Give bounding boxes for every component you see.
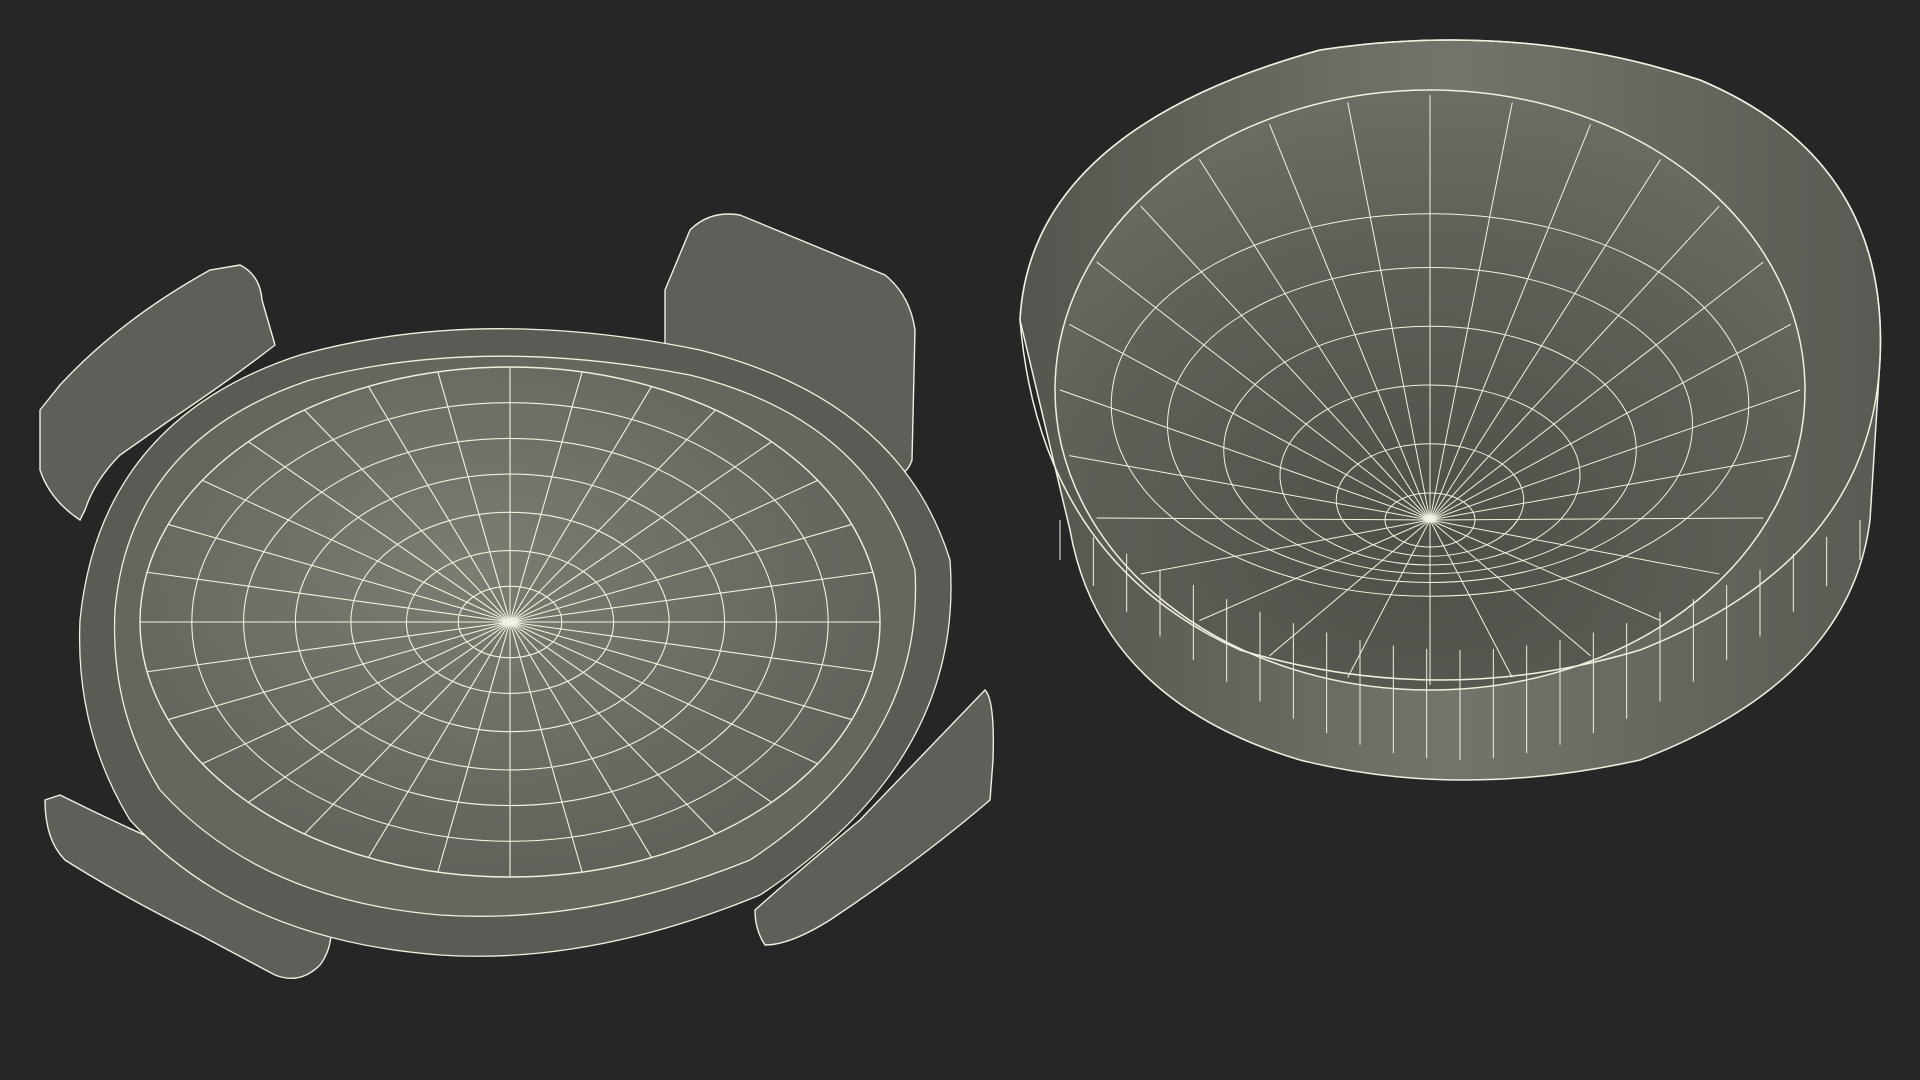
lid-wire-spokes bbox=[140, 367, 880, 877]
wireframe-render-canvas bbox=[39, 39, 1882, 979]
lid-object bbox=[39, 213, 994, 979]
bowl-object bbox=[1019, 39, 1882, 781]
